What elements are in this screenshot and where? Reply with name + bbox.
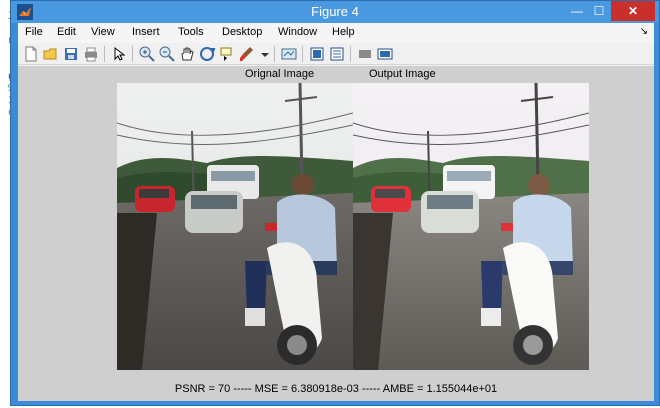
toolbar-separator <box>104 46 105 62</box>
original-image <box>117 83 353 370</box>
menu-view[interactable]: View <box>91 26 115 38</box>
save-icon[interactable] <box>62 45 80 63</box>
menu-bar: File Edit View Insert Tools Desktop Wind… <box>18 23 654 43</box>
menu-insert[interactable]: Insert <box>132 26 160 38</box>
window-client-area: File Edit View Insert Tools Desktop Wind… <box>18 23 654 401</box>
zoom-in-icon[interactable] <box>138 45 156 63</box>
desktop: j r g % I c Figure 4 — ☐ ✕ File Edit Vie… <box>0 0 660 408</box>
zoom-out-icon[interactable] <box>158 45 176 63</box>
metrics-caption: PSNR = 70 ----- MSE = 6.380918e-03 -----… <box>174 383 498 395</box>
menu-window[interactable]: Window <box>278 26 317 38</box>
insert-colorbar-icon[interactable] <box>308 45 326 63</box>
toolbar-separator <box>350 46 351 62</box>
left-image-title: Orignal Image <box>245 68 315 80</box>
open-file-icon[interactable] <box>42 45 60 63</box>
right-image-title: Output Image <box>369 68 436 80</box>
toolbar-separator <box>302 46 303 62</box>
window-title: Figure 4 <box>311 4 359 19</box>
menu-file[interactable]: File <box>25 26 43 38</box>
hide-plot-tools-icon[interactable] <box>356 45 374 63</box>
toolbar-separator <box>274 46 275 62</box>
figure-window: Figure 4 — ☐ ✕ File Edit View Insert Too… <box>10 0 660 406</box>
pan-icon[interactable] <box>178 45 196 63</box>
output-image <box>353 83 589 370</box>
brush-dropdown-icon[interactable] <box>256 45 274 63</box>
rotate-3d-icon[interactable] <box>198 45 216 63</box>
close-button[interactable]: ✕ <box>611 1 655 21</box>
menu-help[interactable]: Help <box>332 26 355 38</box>
title-bar[interactable]: Figure 4 — ☐ ✕ <box>11 1 659 23</box>
new-figure-icon[interactable] <box>22 45 40 63</box>
figure-toolbar <box>18 43 654 65</box>
link-plot-icon[interactable] <box>280 45 298 63</box>
toolbar-separator <box>132 46 133 62</box>
menu-edit[interactable]: Edit <box>57 26 76 38</box>
dock-figure-icon[interactable]: ↘ <box>640 26 648 37</box>
menu-desktop[interactable]: Desktop <box>222 26 262 38</box>
print-icon[interactable] <box>82 45 100 63</box>
brush-icon[interactable] <box>238 45 256 63</box>
menu-tools[interactable]: Tools <box>178 26 204 38</box>
edit-plot-icon[interactable] <box>110 45 128 63</box>
insert-legend-icon[interactable] <box>328 45 346 63</box>
minimize-button[interactable]: — <box>567 1 587 21</box>
data-cursor-icon[interactable] <box>218 45 236 63</box>
show-plot-tools-icon[interactable] <box>376 45 394 63</box>
figure-canvas: Orignal Image Output Image PSNR = 70 ---… <box>18 66 654 401</box>
maximize-button[interactable]: ☐ <box>589 1 609 21</box>
